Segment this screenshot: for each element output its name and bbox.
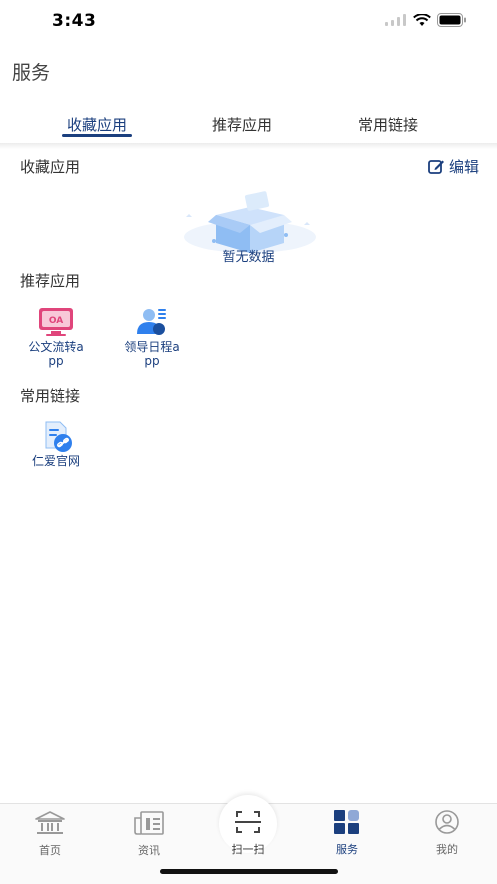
tabbar-home[interactable]: 首页 bbox=[20, 810, 80, 858]
link-item-website[interactable]: 仁爱官网 bbox=[26, 420, 86, 468]
oa-document-icon: OA bbox=[36, 306, 76, 338]
tab-recommended[interactable]: 推荐应用 bbox=[182, 114, 302, 135]
home-indicator bbox=[160, 869, 338, 874]
profile-icon bbox=[435, 810, 459, 834]
tabbar-label-home: 首页 bbox=[39, 844, 61, 857]
leader-schedule-icon bbox=[132, 306, 172, 338]
status-bar: 3:43 bbox=[0, 0, 497, 44]
empty-state-text: 暂无数据 bbox=[222, 250, 275, 265]
tabbar-scan[interactable]: 扫一扫 bbox=[218, 809, 278, 857]
links-section-title: 常用链接 bbox=[20, 387, 81, 405]
tabbar-services[interactable]: 服务 bbox=[317, 809, 377, 857]
active-tab-indicator bbox=[62, 134, 132, 137]
battery-icon bbox=[437, 13, 466, 27]
news-icon bbox=[134, 811, 164, 835]
tabs-divider bbox=[0, 143, 497, 149]
favorites-section-title: 收藏应用 bbox=[20, 158, 81, 176]
app-item-oa[interactable]: OA 公文流转app bbox=[26, 306, 86, 368]
tabbar-label-profile: 我的 bbox=[436, 843, 458, 856]
tabbar-label-scan: 扫一扫 bbox=[231, 843, 265, 856]
page-title: 服务 bbox=[12, 62, 51, 84]
app-label-oa: 公文流转app bbox=[28, 340, 84, 368]
scan-icon bbox=[235, 811, 261, 833]
tab-favorites[interactable]: 收藏应用 bbox=[37, 114, 157, 135]
link-label-website: 仁爱官网 bbox=[31, 454, 80, 468]
recommended-section-title: 推荐应用 bbox=[20, 272, 81, 290]
svg-text:OA: OA bbox=[49, 316, 63, 326]
edit-label: 编辑 bbox=[448, 158, 479, 176]
app-label-leader-schedule: 领导日程app bbox=[124, 340, 180, 368]
edit-icon bbox=[428, 159, 444, 174]
tab-links[interactable]: 常用链接 bbox=[328, 114, 448, 135]
edit-button[interactable]: 编辑 bbox=[428, 156, 479, 177]
tabbar-profile[interactable]: 我的 bbox=[417, 809, 477, 857]
status-time: 3:43 bbox=[52, 11, 97, 31]
tabbar-label-services: 服务 bbox=[336, 843, 358, 856]
wifi-icon bbox=[413, 13, 431, 26]
website-link-icon bbox=[36, 420, 76, 452]
tabbar-label-news: 资讯 bbox=[138, 844, 160, 857]
tab-bar: 收藏应用 推荐应用 常用链接 bbox=[0, 108, 497, 144]
signal-icon bbox=[385, 14, 406, 26]
app-item-leader-schedule[interactable]: 领导日程app bbox=[122, 306, 182, 368]
home-building-icon bbox=[35, 811, 65, 834]
status-icons bbox=[385, 13, 467, 27]
tabbar-news[interactable]: 资讯 bbox=[119, 810, 179, 858]
services-grid-icon bbox=[334, 810, 359, 834]
